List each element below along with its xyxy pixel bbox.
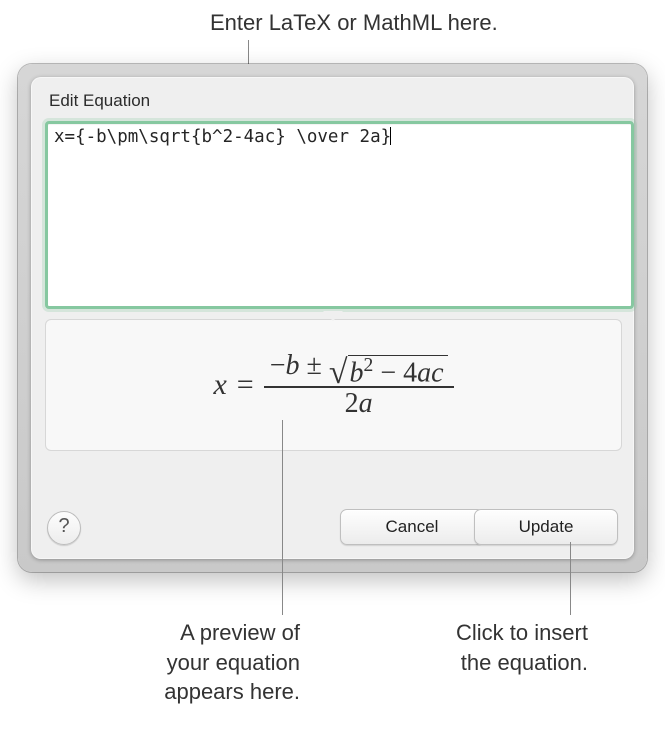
bubble-arrow-icon	[323, 311, 343, 321]
latex-input[interactable]: x={-b\pm\sqrt{b^2-4ac} \over 2a}	[45, 121, 634, 309]
callout-update-label: Click to insert the equation.	[378, 618, 588, 677]
equation-dialog: Edit Equation x={-b\pm\sqrt{b^2-4ac} \ov…	[18, 64, 647, 572]
equals-sign: =	[233, 368, 258, 402]
help-button[interactable]: ?	[47, 511, 81, 545]
equation-numerator: −b ± √ b2 − 4ac	[264, 350, 454, 386]
text-caret	[390, 127, 391, 145]
equation-fraction: −b ± √ b2 − 4ac 2a	[264, 350, 454, 420]
rendered-equation: x = −b ± √ b2 − 4ac	[213, 350, 453, 420]
equation-dialog-body: Edit Equation x={-b\pm\sqrt{b^2-4ac} \ov…	[31, 77, 634, 559]
callout-preview-label: A preview of your equation appears here.	[100, 618, 300, 707]
update-button[interactable]: Update	[474, 509, 618, 545]
cancel-button[interactable]: Cancel	[340, 509, 484, 545]
sqrt-icon: √ b2 − 4ac	[329, 352, 448, 384]
equation-preview: x = −b ± √ b2 − 4ac	[45, 319, 622, 451]
latex-input-text: x={-b\pm\sqrt{b^2-4ac} \over 2a}	[54, 127, 391, 147]
callout-update-line	[570, 542, 571, 615]
equation-denominator: 2a	[339, 388, 379, 420]
equation-radicand: b2 − 4ac	[348, 355, 448, 387]
equation-lhs: x	[213, 368, 226, 402]
dialog-title: Edit Equation	[49, 91, 150, 111]
callout-input-label: Enter LaTeX or MathML here.	[210, 8, 610, 38]
callout-preview-line	[282, 420, 283, 615]
